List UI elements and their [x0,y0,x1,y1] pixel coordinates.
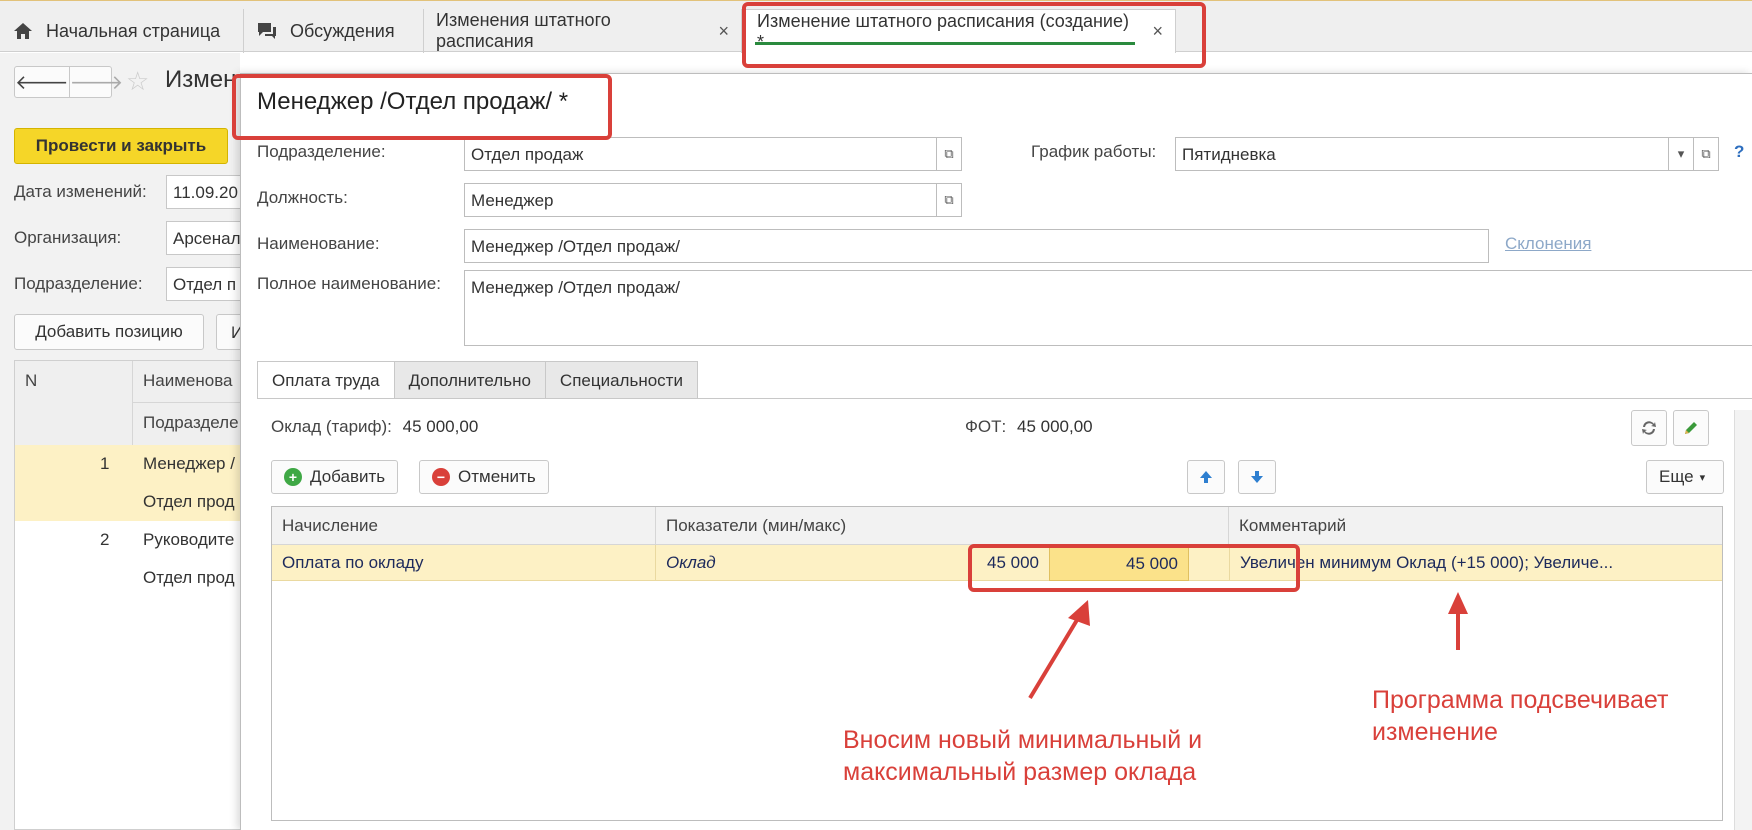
arrow-head-left [1068,600,1090,626]
annotation-right: Программа подсвечивает изменение [1372,686,1669,746]
annotation-left: Вносим новый минимальный и максимальный … [843,726,1203,786]
arrow-head-right [1448,592,1468,614]
arrow-line-left [1028,613,1082,700]
